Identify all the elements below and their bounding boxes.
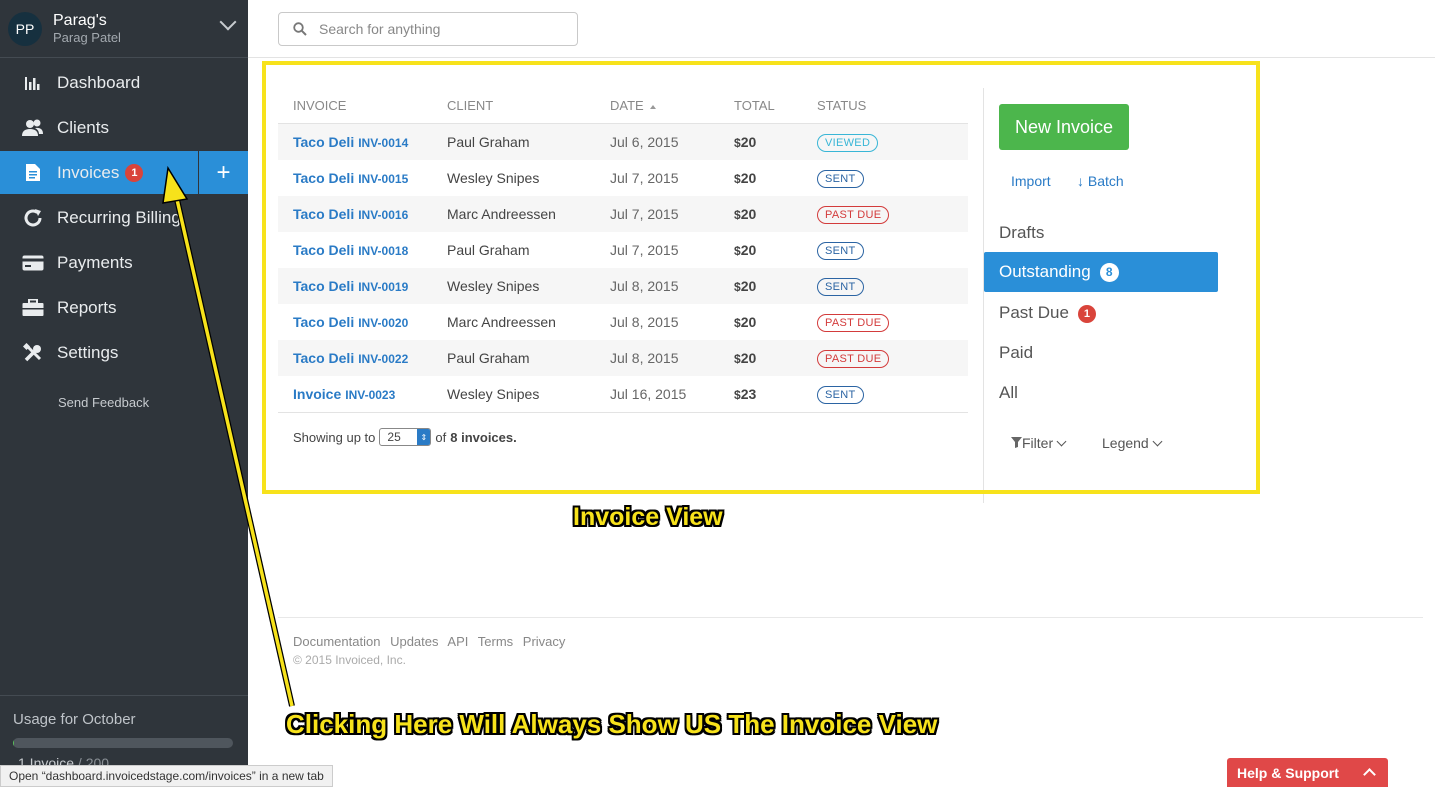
- sidebar-item-invoices[interactable]: Invoices 1: [0, 151, 198, 194]
- sidebar-item-label: Invoices: [57, 162, 120, 182]
- search-input[interactable]: [319, 21, 559, 37]
- copyright: © 2015 Invoiced, Inc.: [293, 653, 406, 667]
- sidebar-item-settings[interactable]: Settings: [0, 330, 248, 375]
- sidebar-item-recurring-billing[interactable]: Recurring Billing: [0, 195, 248, 240]
- usage-title: Usage for October: [13, 711, 136, 728]
- tools-icon: [22, 342, 44, 364]
- help-support-button[interactable]: Help & Support: [1227, 758, 1388, 787]
- help-support-label: Help & Support: [1237, 764, 1339, 781]
- document-icon: [22, 162, 44, 184]
- sidebar-item-label: Reports: [57, 297, 117, 317]
- sidebar-item-label: Dashboard: [57, 72, 141, 92]
- search-box[interactable]: [278, 12, 578, 46]
- users-icon: [22, 117, 44, 139]
- invoices-badge: 1: [125, 164, 144, 183]
- credit-card-icon: [22, 252, 44, 274]
- annotation-clicking-here: Clicking Here Will Always Show US The In…: [286, 709, 938, 739]
- sidebar-item-payments[interactable]: Payments: [0, 240, 248, 285]
- footer-link-updates[interactable]: Updates: [390, 634, 438, 649]
- divider: [0, 695, 248, 696]
- account-switcher[interactable]: PP Parag's Parag Patel: [0, 0, 248, 58]
- top-bar: [248, 0, 1435, 58]
- bar-chart-icon: [22, 72, 44, 94]
- new-invoice-plus-button[interactable]: +: [199, 151, 248, 194]
- footer-divider: [278, 617, 1423, 618]
- sidebar: PP Parag's Parag Patel Dashboard Clients…: [0, 0, 248, 787]
- footer-link-documentation[interactable]: Documentation: [293, 634, 380, 649]
- chevron-up-icon: [1363, 768, 1376, 781]
- footer-link-api[interactable]: API: [447, 634, 468, 649]
- sidebar-item-label: Recurring Billing: [57, 207, 181, 227]
- sidebar-item-label: Settings: [57, 342, 119, 362]
- chevron-down-icon[interactable]: [219, 13, 237, 31]
- briefcase-icon: [22, 297, 44, 319]
- sidebar-item-reports[interactable]: Reports: [0, 285, 248, 330]
- avatar: PP: [8, 11, 42, 46]
- sidebar-item-label: Clients: [57, 117, 109, 137]
- account-user: Parag Patel: [53, 29, 121, 45]
- refresh-icon: [22, 207, 44, 229]
- footer-links: Documentation Updates API Terms Privacy: [293, 634, 571, 649]
- sidebar-item-label: Payments: [57, 252, 133, 272]
- usage-progress-fill: [13, 738, 15, 748]
- search-icon: [293, 22, 307, 36]
- footer-link-privacy[interactable]: Privacy: [523, 634, 566, 649]
- send-feedback-link[interactable]: Send Feedback: [58, 395, 149, 410]
- annotation-invoice-view: Invoice View: [573, 503, 723, 531]
- highlight-box: [262, 61, 1260, 494]
- url-tooltip: Open “dashboard.invoicedstage.com/invoic…: [0, 765, 333, 787]
- footer-link-terms[interactable]: Terms: [478, 634, 513, 649]
- account-name: Parag's: [53, 11, 107, 29]
- usage-progress-bar: [13, 738, 233, 748]
- sidebar-item-clients[interactable]: Clients: [0, 105, 248, 150]
- sidebar-item-dashboard[interactable]: Dashboard: [0, 60, 248, 105]
